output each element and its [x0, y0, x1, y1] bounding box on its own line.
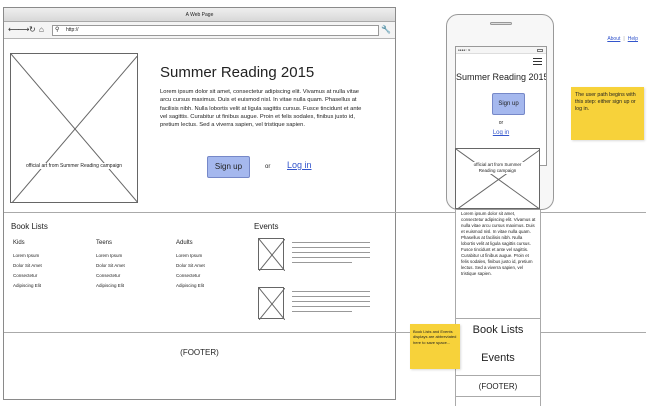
refresh-icon[interactable]: ↻ — [29, 25, 36, 35]
wrench-icon[interactable]: 🔧 — [381, 25, 391, 34]
event-text-line — [292, 242, 370, 243]
window-title: A Web Page — [4, 8, 395, 22]
event-image-placeholder[interactable] — [258, 287, 285, 320]
mobile-body-text: Lorem ipsum dolor sit amet, consectetur … — [461, 211, 536, 276]
mobile-login-link[interactable]: Log in — [456, 130, 546, 136]
signup-button[interactable]: Sign up — [207, 156, 250, 178]
link-separator: | — [623, 36, 625, 42]
hero-image-placeholder: official art from Summer Reading campaig… — [10, 53, 138, 203]
book-list-column-adults: Adults Lorem Ipsum Dolor Sit Amet Consec… — [176, 240, 205, 291]
battery-icon — [537, 49, 543, 52]
help-link[interactable]: Help — [628, 36, 638, 42]
mobile-events-heading[interactable]: Events — [455, 352, 541, 364]
mobile-page-title: Summer Reading 2015 — [456, 72, 547, 82]
event-text-line — [292, 262, 352, 263]
about-link[interactable]: About — [607, 36, 620, 42]
mobile-signup-button[interactable]: Sign up — [492, 93, 525, 115]
events-heading: Events — [254, 222, 279, 231]
event-text-line — [292, 296, 370, 297]
mobile-divider — [455, 375, 541, 376]
book-list-item[interactable]: Dolor Sit Amet — [96, 261, 125, 271]
book-list-item[interactable]: Adipiscing Elit — [176, 281, 205, 291]
book-lists-heading: Book Lists — [11, 222, 48, 231]
address-bar[interactable]: http:// — [52, 25, 379, 36]
book-list-item[interactable]: Lorem Ipsum — [96, 251, 125, 261]
mobile-book-lists-heading[interactable]: Book Lists — [455, 324, 541, 336]
mobile-divider — [455, 318, 541, 319]
event-text-line — [292, 252, 370, 253]
mobile-image-caption: official art from Summer Reading campaig… — [456, 162, 539, 174]
login-link[interactable]: Log in — [287, 160, 312, 170]
mobile-hero-image-placeholder: official art from Summer Reading campaig… — [455, 148, 540, 209]
image-placeholder-cross — [259, 288, 285, 320]
mobile-footer: (FOOTER) — [478, 382, 518, 391]
book-list-column-teens: Teens Lorem Ipsum Dolor Sit Amet Consect… — [96, 240, 125, 291]
divider — [4, 332, 646, 333]
status-bar: ●●●●○ ≋ — [456, 47, 546, 54]
phone-speaker — [490, 22, 512, 25]
book-list-item[interactable]: Dolor Sit Amet — [13, 261, 42, 271]
browser-toolbar: ⟵ ⟶ ↻ ⌂ http:// ⚲ 🔧 — [4, 22, 395, 39]
book-list-item[interactable]: Adipiscing Elit — [96, 281, 125, 291]
search-icon: ⚲ — [55, 27, 60, 33]
divider — [4, 212, 646, 213]
book-list-item[interactable]: Consectetur — [96, 271, 125, 281]
book-list-item[interactable]: Adipiscing Elit — [13, 281, 42, 291]
hamburger-menu-icon[interactable] — [533, 58, 542, 67]
mobile-divider — [455, 396, 541, 397]
book-list-item[interactable]: Lorem Ipsum — [176, 251, 205, 261]
event-text-line — [292, 301, 370, 302]
column-heading: Adults — [176, 240, 193, 246]
hero-image-caption: official art from Summer Reading campaig… — [11, 163, 137, 169]
image-placeholder-cross — [259, 239, 285, 271]
hero-body-text: Lorem ipsum dolor sit amet, consectetur … — [160, 89, 362, 129]
column-heading: Teens — [96, 240, 113, 246]
event-text-line — [292, 291, 370, 292]
book-list-item[interactable]: Lorem Ipsum — [13, 251, 42, 261]
mobile-or-separator: or — [498, 120, 504, 126]
book-list-item[interactable]: Consectetur — [13, 271, 42, 281]
sticky-note-abbreviated: Book Lists and Events displays are abbre… — [410, 324, 460, 369]
sticky-note-user-path: The user path begins with this step: eit… — [571, 87, 644, 140]
event-text-line — [292, 257, 370, 258]
book-list-item[interactable]: Dolor Sit Amet — [176, 261, 205, 271]
or-separator: or — [265, 164, 271, 170]
top-links: About | Help — [607, 36, 638, 42]
page-title: Summer Reading 2015 — [160, 64, 315, 81]
footer: (FOOTER) — [180, 348, 219, 357]
book-list-item[interactable]: Consectetur — [176, 271, 205, 281]
event-image-placeholder[interactable] — [258, 238, 285, 271]
event-text-line — [292, 311, 352, 312]
home-icon[interactable]: ⌂ — [39, 25, 44, 35]
event-text-line — [292, 306, 370, 307]
image-placeholder-cross — [456, 149, 539, 208]
signal-icon: ●●●●○ ≋ — [458, 48, 471, 52]
forward-arrow-icon[interactable]: ⟶ — [18, 25, 29, 35]
event-text-line — [292, 247, 370, 248]
book-list-column-kids: Kids Lorem Ipsum Dolor Sit Amet Consecte… — [13, 240, 42, 291]
column-heading: Kids — [13, 240, 25, 246]
image-placeholder-cross — [11, 54, 137, 202]
